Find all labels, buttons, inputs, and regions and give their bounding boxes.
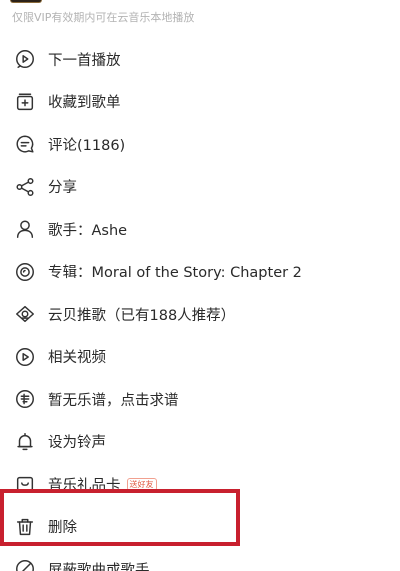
menu-item-label: 云贝推歌（已有188人推荐） — [48, 307, 236, 324]
bell-icon — [14, 431, 36, 453]
menu-item-label: 专辑：Moral of the Story: Chapter 2 — [48, 265, 302, 282]
comment-icon — [14, 133, 36, 155]
video-icon — [14, 346, 36, 368]
block-icon — [14, 558, 36, 571]
menu-item-label: 下一首播放 — [48, 52, 121, 69]
menu-item-label: 相关视频 — [48, 350, 106, 367]
menu-item-label: 设为铃声 — [48, 435, 106, 452]
album-icon — [14, 261, 36, 283]
menu-item-label: 音乐礼品卡 送好友 — [48, 474, 157, 495]
menu-item-share[interactable]: 分享 — [0, 166, 400, 209]
recommend-icon — [14, 303, 36, 325]
menu-item-label: 屏蔽歌曲或歌手 — [48, 562, 150, 571]
vip-badge — [10, 0, 42, 3]
menu-item-video[interactable]: 相关视频 — [0, 336, 400, 379]
menu-item-gift-card[interactable]: 音乐礼品卡 送好友 — [0, 463, 400, 506]
menu-item-ringtone[interactable]: 设为铃声 — [0, 421, 400, 464]
song-action-menu: 下一首播放 收藏到歌单 评论(1186) 分享 歌手：Ashe 专辑：Moral… — [0, 38, 400, 571]
add-to-playlist-icon — [14, 91, 36, 113]
trash-icon — [14, 516, 36, 538]
menu-item-collect[interactable]: 收藏到歌单 — [0, 81, 400, 124]
menu-item-comment[interactable]: 评论(1186) — [0, 123, 400, 166]
menu-item-delete[interactable]: 删除 — [0, 506, 400, 549]
menu-item-label: 分享 — [48, 180, 77, 197]
sheet-music-icon — [14, 388, 36, 410]
menu-item-label: 歌手：Ashe — [48, 222, 128, 239]
vip-notice: 仅限VIP有效期内可在云音乐本地播放 — [12, 11, 195, 24]
share-icon — [14, 176, 36, 198]
gift-card-label: 音乐礼品卡 — [48, 477, 121, 494]
menu-item-label: 删除 — [48, 520, 77, 537]
play-next-icon — [14, 48, 36, 70]
menu-item-label: 收藏到歌单 — [48, 95, 121, 112]
menu-item-label: 暂无乐谱，点击求谱 — [48, 392, 179, 409]
menu-item-artist[interactable]: 歌手：Ashe — [0, 208, 400, 251]
menu-item-label: 评论(1186) — [48, 137, 126, 154]
user-icon — [14, 218, 36, 240]
menu-item-recommend[interactable]: 云贝推歌（已有188人推荐） — [0, 293, 400, 336]
menu-item-block[interactable]: 屏蔽歌曲或歌手 — [0, 548, 400, 571]
menu-item-next-play[interactable]: 下一首播放 — [0, 38, 400, 81]
gift-card-icon — [14, 473, 36, 495]
menu-item-album[interactable]: 专辑：Moral of the Story: Chapter 2 — [0, 251, 400, 294]
menu-item-sheet-music[interactable]: 暂无乐谱，点击求谱 — [0, 378, 400, 421]
send-friend-tag: 送好友 — [126, 477, 157, 491]
